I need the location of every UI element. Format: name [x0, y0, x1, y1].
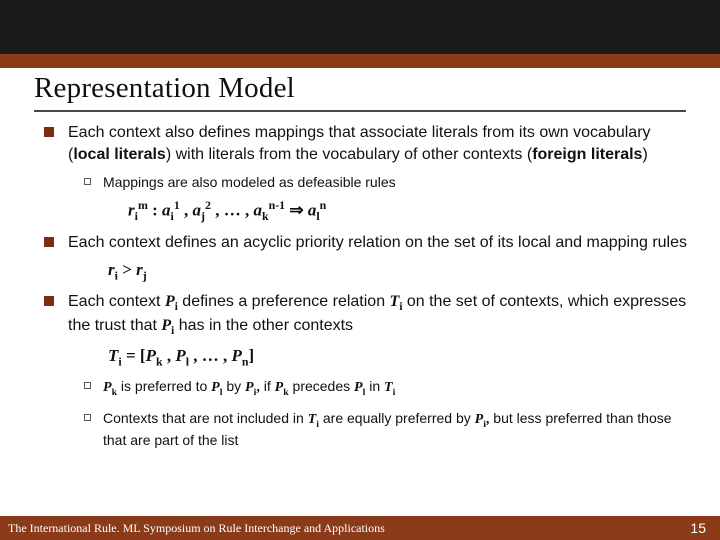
t: precedes — [289, 378, 354, 394]
t: ) with literals from the vocabulary of o… — [166, 146, 532, 163]
square-bullet-icon — [44, 237, 54, 247]
footer-text: The International Rule. ML Symposium on … — [8, 521, 385, 536]
bullet-1: Each context also defines mappings that … — [44, 122, 690, 165]
subbullet-1-text: Mappings are also modeled as defeasible … — [103, 173, 396, 192]
t: defines a preference relation — [178, 293, 390, 310]
square-bullet-icon — [44, 296, 54, 306]
bullet-2: Each context defines an acyclic priority… — [44, 232, 690, 254]
hollow-square-bullet-icon — [84, 382, 91, 389]
formula-trust-list: Ti = [Pk , Pl , … , Pn] — [108, 346, 690, 369]
formula-priority: ri > rj — [108, 260, 690, 283]
title-row: Representation Model — [34, 72, 700, 105]
bullet-2-text: Each context defines an acyclic priority… — [68, 232, 687, 254]
bullet-1-text: Each context also defines mappings that … — [68, 122, 690, 165]
header-black-bar — [0, 0, 720, 54]
t: Each context — [68, 293, 165, 310]
subbullet-2: Pk is preferred to Pl by Pi, if Pk prece… — [84, 377, 690, 399]
title-underline — [34, 110, 686, 112]
t: are equally preferred by — [319, 410, 475, 426]
page-number: 15 — [690, 520, 706, 536]
subbullet-3-text: Contexts that are not included in Ti are… — [103, 409, 690, 450]
subbullet-3: Contexts that are not included in Ti are… — [84, 409, 690, 450]
bullet-3: Each context Pi defines a preference rel… — [44, 291, 690, 340]
subbullet-1: Mappings are also modeled as defeasible … — [84, 173, 690, 192]
t: Contexts that are not included in — [103, 410, 308, 426]
t: foreign literals — [532, 146, 642, 163]
slide-body: Each context also defines mappings that … — [44, 122, 690, 454]
slide-title: Representation Model — [34, 72, 700, 105]
t: has in the other contexts — [174, 317, 353, 334]
t: if — [260, 378, 275, 394]
hollow-square-bullet-icon — [84, 414, 91, 421]
footer-bar: The International Rule. ML Symposium on … — [0, 516, 720, 540]
t: in — [365, 378, 384, 394]
hollow-square-bullet-icon — [84, 178, 91, 185]
square-bullet-icon — [44, 127, 54, 137]
bullet-3-text: Each context Pi defines a preference rel… — [68, 291, 690, 340]
t: by — [222, 378, 245, 394]
t: local literals — [73, 146, 166, 163]
t: ) — [642, 146, 647, 163]
formula-mapping-rule: rim : ai1 , aj2 , … , akn-1 ⇒ aln — [128, 198, 690, 224]
subbullet-2-text: Pk is preferred to Pl by Pi, if Pk prece… — [103, 377, 395, 399]
t: is preferred to — [117, 378, 211, 394]
header-accent-bar — [0, 0, 720, 68]
slide: Representation Model Each context also d… — [0, 0, 720, 540]
